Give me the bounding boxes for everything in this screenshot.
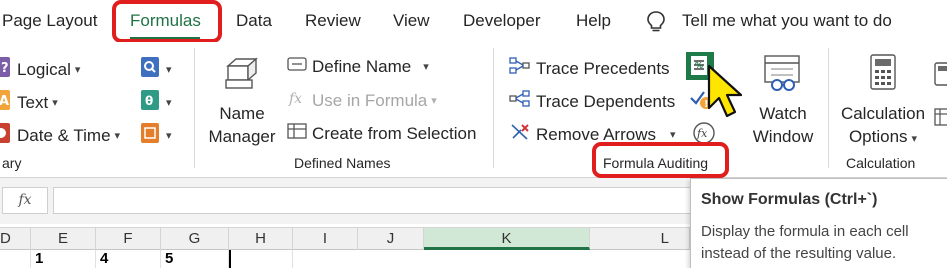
chevron-down-icon: ▾ — [52, 97, 58, 109]
define-name-icon — [287, 56, 307, 77]
column-header-f[interactable]: F — [96, 228, 161, 250]
function-library-group-label: ary — [2, 155, 22, 171]
logical-icon: ? — [0, 56, 12, 83]
name-manager-button[interactable]: Name Manager — [202, 102, 282, 148]
svg-text:fx: fx — [696, 127, 708, 140]
trace-precedents-icon — [509, 56, 531, 81]
group-divider — [493, 48, 494, 168]
trace-dependents-button[interactable]: Trace Dependents — [509, 89, 675, 114]
tooltip-title: Show Formulas (Ctrl+`) — [701, 191, 878, 208]
show-formulas-tooltip: Show Formulas (Ctrl+`) Display the formu… — [690, 178, 947, 268]
date-time-button[interactable]: Date & Time ▾ — [0, 122, 120, 149]
watch-window-icon — [763, 54, 803, 99]
column-header-e[interactable]: E — [31, 228, 96, 250]
chevron-down-icon: ▾ — [166, 64, 172, 76]
formulas-tab-highlight — [112, 0, 222, 43]
tab-view[interactable]: View — [393, 11, 430, 31]
chevron-down-icon: ▾ — [74, 64, 81, 76]
formula-auditing-highlight — [592, 142, 729, 178]
group-divider — [194, 48, 195, 168]
function-fx-icon: fx — [287, 89, 307, 112]
math-trig-icon: θ — [140, 89, 162, 116]
column-header-j[interactable]: J — [358, 228, 424, 250]
chevron-down-icon: ▾ — [114, 130, 121, 142]
ribbon: ? Logical ▾ A Text ▾ Date & Time ▾ ▾ θ ▾ ▾ … — [0, 42, 947, 178]
calculation-options-button[interactable]: Calculation Options ▾ — [834, 102, 932, 151]
svg-text:?: ? — [1, 61, 9, 76]
chevron-down-icon: ▾ — [423, 61, 429, 73]
defined-names-group-label: Defined Names — [294, 155, 391, 171]
create-from-selection-icon — [287, 122, 307, 145]
cell-h1[interactable] — [229, 250, 293, 268]
more-functions-icon — [140, 122, 162, 149]
text-function-icon: A — [0, 89, 12, 116]
column-header-g[interactable]: G — [161, 228, 229, 250]
column-header-l[interactable]: L — [590, 228, 690, 250]
use-in-formula-button[interactable]: fx Use in Formula ▾ — [287, 89, 437, 112]
svg-text:A: A — [0, 94, 9, 109]
tab-developer[interactable]: Developer — [463, 11, 541, 31]
create-from-selection-button[interactable]: Create from Selection — [287, 122, 476, 145]
trace-dependents-icon — [509, 89, 531, 114]
clock-icon — [0, 122, 12, 149]
remove-arrows-icon — [509, 122, 531, 147]
cell-d1[interactable] — [0, 250, 31, 268]
mouse-pointer-icon — [707, 64, 747, 127]
column-header-h[interactable]: H — [229, 228, 293, 250]
tab-review[interactable]: Review — [305, 11, 361, 31]
tooltip-description: Display the formula in each cell instead… — [701, 223, 909, 262]
column-header-k[interactable]: K — [424, 228, 590, 250]
chevron-down-icon: ▾ — [669, 129, 676, 141]
name-manager-icon — [222, 56, 262, 97]
column-header-i[interactable]: I — [293, 228, 358, 250]
math-trig-button[interactable]: θ ▾ — [140, 89, 172, 116]
column-header-d[interactable]: D — [0, 228, 31, 250]
ribbon-tab-bar: Page Layout Formulas Data Review View De… — [0, 0, 947, 43]
group-divider — [828, 48, 829, 168]
define-name-button[interactable]: Define Name ▾ — [287, 56, 429, 77]
calculate-now-icon[interactable] — [934, 62, 947, 91]
watch-window-button[interactable]: Watch Window — [745, 102, 821, 148]
svg-text:θ: θ — [145, 94, 153, 108]
tell-me-search[interactable]: Tell me what you want to do — [682, 11, 892, 31]
more-functions-button[interactable]: ▾ — [140, 122, 172, 149]
chevron-down-icon: ▾ — [166, 97, 172, 109]
tab-page-layout[interactable]: Page Layout — [2, 11, 97, 31]
cell-f1[interactable]: 4 — [96, 250, 161, 268]
text-button[interactable]: A Text ▾ — [0, 89, 58, 116]
chevron-down-icon: ▾ — [166, 130, 172, 142]
lookup-icon — [140, 56, 162, 83]
trace-precedents-button[interactable]: Trace Precedents — [509, 56, 670, 81]
calculation-group-label: Calculation — [846, 155, 916, 171]
lookup-reference-button[interactable]: ▾ — [140, 56, 172, 83]
svg-text:%: % — [695, 61, 703, 70]
insert-function-button[interactable]: fx — [2, 187, 48, 214]
tab-help[interactable]: Help — [576, 11, 611, 31]
chevron-down-icon: ▾ — [431, 95, 437, 107]
tab-data[interactable]: Data — [236, 11, 272, 31]
cell-g1[interactable]: 5 — [161, 250, 229, 268]
logical-button[interactable]: ? Logical ▾ — [0, 56, 80, 83]
cell-e1[interactable]: 1 — [31, 250, 96, 268]
svg-text:fx: fx — [288, 91, 302, 107]
lightbulb-icon[interactable] — [646, 10, 666, 39]
calculate-sheet-icon[interactable] — [934, 108, 947, 131]
chevron-down-icon: ▾ — [911, 133, 918, 145]
calculator-icon — [870, 54, 896, 95]
